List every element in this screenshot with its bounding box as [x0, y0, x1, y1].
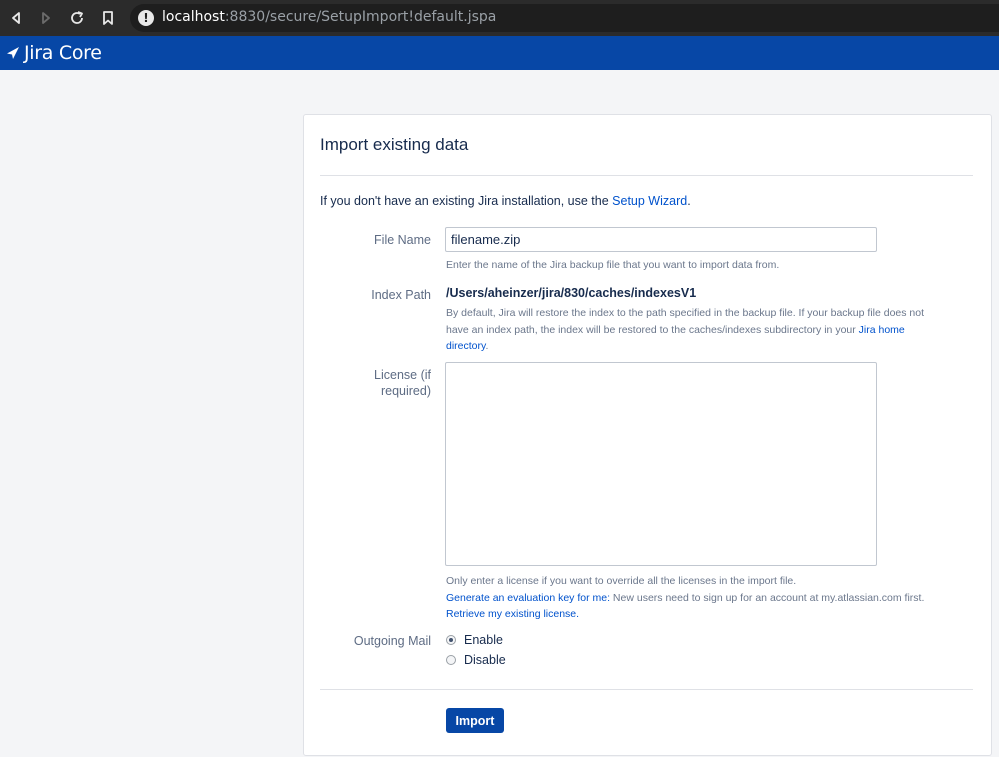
jira-logo-icon [7, 47, 19, 59]
url-text: localhost:8830/secure/SetupImport!defaul… [162, 9, 496, 25]
reload-button[interactable] [67, 8, 87, 28]
site-info-icon[interactable]: ! [138, 10, 154, 26]
retrieve-license-link[interactable]: Retrieve my existing license. [446, 608, 579, 620]
license-textarea[interactable] [445, 362, 877, 566]
outgoing-mail-label: Outgoing Mail [353, 634, 431, 648]
index-path-value: /Users/aheinzer/jira/830/caches/indexesV… [446, 286, 697, 300]
header-divider [320, 175, 973, 176]
file-name-description: Enter the name of the Jira backup file t… [446, 259, 780, 271]
bookmark-icon [103, 11, 113, 25]
footer-divider [320, 689, 973, 690]
license-label: License (if required) [374, 368, 431, 398]
url-path: :8830/secure/SetupImport!default.jspa [224, 9, 497, 25]
back-button[interactable] [6, 8, 26, 28]
file-name-input[interactable] [445, 227, 877, 252]
app-header: Jira Core [0, 36, 999, 70]
page-title: Import existing data [320, 135, 469, 154]
mail-enable-radio[interactable] [446, 635, 456, 645]
setup-wizard-link[interactable]: Setup Wizard [612, 194, 687, 208]
index-path-description: By default, Jira will restore the index … [446, 307, 925, 352]
mail-enable-option[interactable]: Enable [446, 633, 503, 647]
file-name-label: File Name [374, 233, 431, 247]
back-icon [12, 12, 20, 24]
bookmark-button[interactable] [98, 8, 118, 28]
product-name: Jira Core [24, 42, 102, 64]
browser-toolbar: ! localhost:8830/secure/SetupImport!defa… [0, 0, 999, 36]
generate-evaluation-key-link[interactable]: Generate an evaluation key for me: [446, 592, 610, 604]
jira-home-directory-link[interactable]: directory [446, 340, 485, 352]
jira-core-logo[interactable]: Jira Core [6, 42, 102, 64]
index-path-label: Index Path [371, 288, 431, 302]
jira-home-link[interactable]: Jira home [859, 324, 905, 336]
reload-icon [71, 11, 83, 24]
forward-button[interactable] [36, 8, 56, 28]
mail-disable-label: Disable [464, 653, 506, 667]
mail-enable-label: Enable [464, 633, 503, 647]
mail-disable-radio[interactable] [446, 655, 456, 665]
license-description: Only enter a license if you want to over… [446, 575, 925, 620]
intro-text: If you don't have an existing Jira insta… [320, 194, 691, 208]
import-button[interactable]: Import [446, 708, 504, 733]
url-host: localhost [162, 9, 225, 25]
forward-icon [42, 12, 50, 24]
mail-disable-option[interactable]: Disable [446, 653, 506, 667]
address-bar[interactable]: ! localhost:8830/secure/SetupImport!defa… [130, 4, 999, 32]
import-panel: Import existing data If you don't have a… [303, 114, 992, 756]
